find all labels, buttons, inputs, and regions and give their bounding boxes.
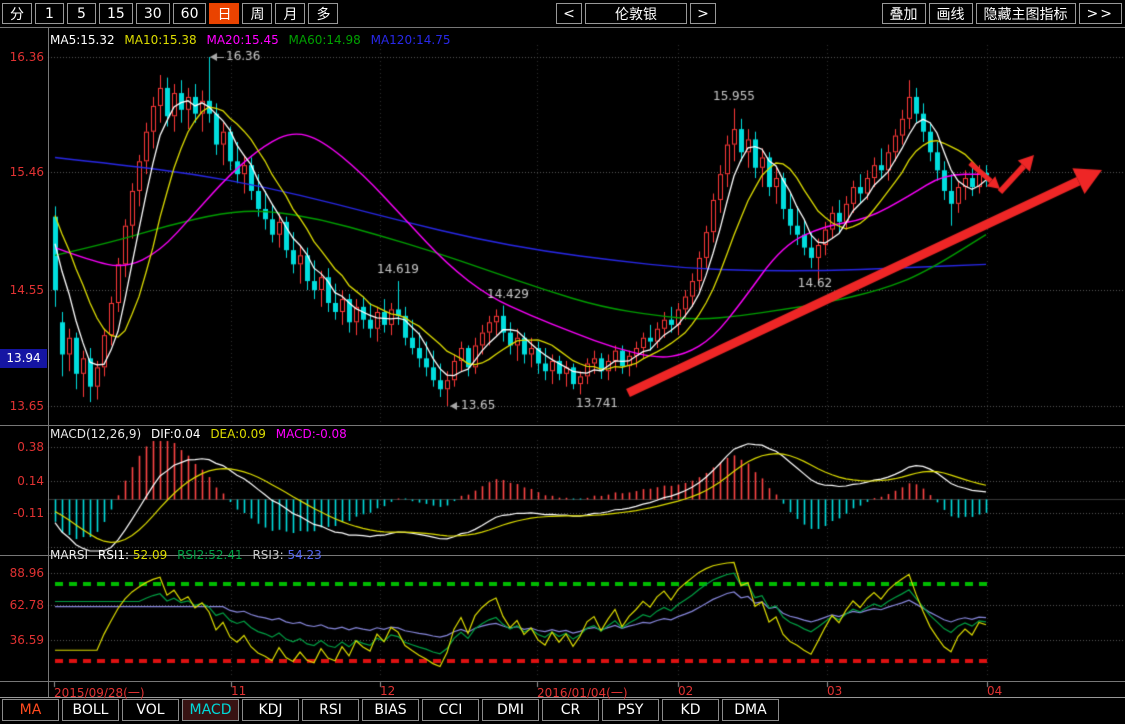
axis-label: 62.78 xyxy=(0,598,48,612)
indicator-tab-dma[interactable]: DMA xyxy=(722,699,779,721)
ma120-value: MA120:14.75 xyxy=(371,33,451,47)
rsi3-label: RSI3: xyxy=(252,548,283,562)
chart-canvas[interactable] xyxy=(0,0,1125,724)
symbol-prev-button[interactable]: < xyxy=(556,3,582,24)
axis-label: 13.65 xyxy=(0,399,48,413)
macd-params-label: MACD(12,26,9) xyxy=(50,427,141,441)
time-axis-label: 11 xyxy=(231,684,246,698)
indicator-tab-kdj[interactable]: KDJ xyxy=(242,699,299,721)
time-axis-label: 02 xyxy=(678,684,693,698)
time-axis-label: 03 xyxy=(827,684,842,698)
draw-line-button[interactable]: 画线 xyxy=(929,3,973,24)
indicator-tab-bar: MABOLLVOLMACDKDJRSIBIASCCIDMICRPSYKDDMA xyxy=(2,699,779,721)
indicator-tab-cci[interactable]: CCI xyxy=(422,699,479,721)
marsi-label: MARSI xyxy=(50,548,88,562)
dif-value: DIF:0.04 xyxy=(151,427,201,441)
ma60-value: MA60:14.98 xyxy=(289,33,361,47)
indicator-tab-macd[interactable]: MACD xyxy=(182,699,239,721)
indicator-tab-bias[interactable]: BIAS xyxy=(362,699,419,721)
period-button-4[interactable]: 30 xyxy=(136,3,170,24)
chart-application-window: 分15153060日周月多 < 伦敦银 > 叠加 画线 隐藏主图指标 >> MA… xyxy=(0,0,1125,724)
ma-legend: MA5:15.32 MA10:15.38 MA20:15.45 MA60:14.… xyxy=(50,33,456,47)
axis-label: 16.36 xyxy=(0,50,48,64)
period-button-7[interactable]: 周 xyxy=(242,3,272,24)
period-button-8[interactable]: 月 xyxy=(275,3,305,24)
top-toolbar: 分15153060日周月多 < 伦敦银 > 叠加 画线 隐藏主图指标 >> xyxy=(0,0,1125,27)
axis-label: -0.11 xyxy=(0,506,48,520)
period-button-6[interactable]: 日 xyxy=(209,3,239,24)
period-button-group: 分15153060日周月多 xyxy=(2,3,338,24)
indicator-tab-vol[interactable]: VOL xyxy=(122,699,179,721)
indicator-tab-psy[interactable]: PSY xyxy=(602,699,659,721)
macd-value: MACD:-0.08 xyxy=(276,427,347,441)
period-button-0[interactable]: 分 xyxy=(2,3,32,24)
indicator-tab-boll[interactable]: BOLL xyxy=(62,699,119,721)
ma20-value: MA20:15.45 xyxy=(206,33,278,47)
ma5-value: MA5:15.32 xyxy=(50,33,115,47)
symbol-name-button[interactable]: 伦敦银 xyxy=(585,3,687,24)
axis-label: 36.59 xyxy=(0,633,48,647)
overlay-button[interactable]: 叠加 xyxy=(882,3,926,24)
indicator-tab-dmi[interactable]: DMI xyxy=(482,699,539,721)
xaxis-separator xyxy=(0,681,1125,682)
more-tools-button[interactable]: >> xyxy=(1079,3,1122,24)
period-button-1[interactable]: 1 xyxy=(35,3,64,24)
indicator-tab-ma[interactable]: MA xyxy=(2,699,59,721)
period-button-5[interactable]: 60 xyxy=(173,3,207,24)
toolbar-separator xyxy=(0,27,1125,28)
axis-label: 88.96 xyxy=(0,566,48,580)
ma10-value: MA10:15.38 xyxy=(124,33,196,47)
rsi3-value: 54.23 xyxy=(287,548,321,562)
price-axis-border xyxy=(48,27,49,697)
rsi1-value: 52.09 xyxy=(133,548,167,562)
dea-value: DEA:0.09 xyxy=(210,427,266,441)
indicator-tab-rsi[interactable]: RSI xyxy=(302,699,359,721)
period-button-9[interactable]: 多 xyxy=(308,3,338,24)
rsi1-label: RSI1: xyxy=(98,548,129,562)
axis-label: 14.55 xyxy=(0,283,48,297)
period-button-3[interactable]: 15 xyxy=(99,3,133,24)
time-axis-label: 12 xyxy=(380,684,395,698)
axis-label: 0.14 xyxy=(0,474,48,488)
rsi-legend: MARSI RSI1: 52.09 RSI2:52.41 RSI3: 54.23 xyxy=(50,548,328,562)
axis-label: 0.38 xyxy=(0,440,48,454)
time-axis-label: 04 xyxy=(987,684,1002,698)
macd-pane-separator xyxy=(0,425,1125,426)
rsi2-value: RSI2:52.41 xyxy=(177,548,243,562)
macd-legend: MACD(12,26,9) DIF:0.04 DEA:0.09 MACD:-0.… xyxy=(50,427,353,441)
price-axis-tag: 13.94 xyxy=(0,349,47,368)
indicator-tab-cr[interactable]: CR xyxy=(542,699,599,721)
period-button-2[interactable]: 5 xyxy=(67,3,96,24)
axis-label: 15.46 xyxy=(0,165,48,179)
indicator-tab-kd[interactable]: KD xyxy=(662,699,719,721)
hide-main-indicator-button[interactable]: 隐藏主图指标 xyxy=(976,3,1076,24)
symbol-next-button[interactable]: > xyxy=(690,3,716,24)
